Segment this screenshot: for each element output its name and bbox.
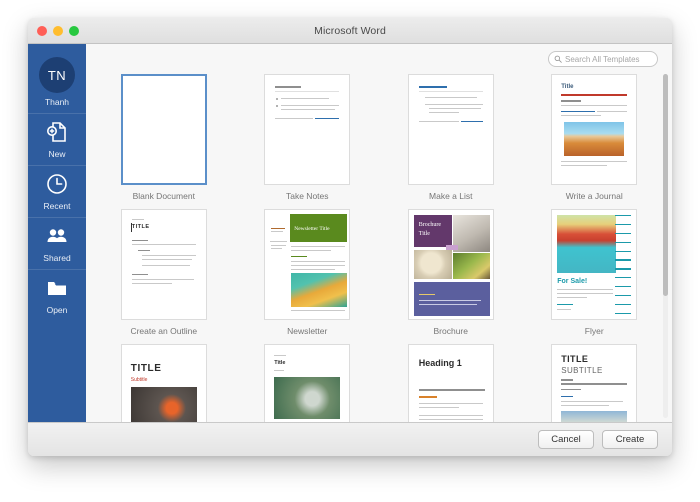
thumbnail-art-write-a-journal: Title (552, 75, 637, 184)
template-thumbnail[interactable]: TITLE Subtitle (120, 344, 207, 422)
sidebar-item-account[interactable]: TN Thanh (28, 52, 86, 114)
template-thumbnail[interactable]: Title (264, 344, 351, 422)
template-gallery-panel: Search All Templates Blank Document Take… (86, 44, 672, 422)
template-label: Create an Outline (130, 326, 198, 336)
thumbnail-art-heading-one: Heading 1 “Quote” (408, 345, 493, 422)
thumbnail-art-create-an-outline: TITLE (121, 210, 206, 319)
template-card[interactable]: TITLE SUBTITLE Title Subt (531, 344, 659, 422)
template-card[interactable]: Take Notes (244, 74, 372, 201)
template-label: Write a Journal (565, 191, 623, 201)
sidebar-item-label: Open (46, 305, 68, 315)
template-card[interactable]: Title Title Otter (244, 344, 372, 422)
template-card[interactable]: For Sale! Flyer (531, 209, 659, 336)
thumbnail-art-newsletter: Newsletter Title (265, 210, 350, 319)
avatar: TN (39, 57, 75, 93)
template-card[interactable]: Blank Document (100, 74, 228, 201)
sidebar-item-label: Thanh (44, 97, 70, 107)
template-label: Take Notes (285, 191, 329, 201)
folder-icon (44, 275, 70, 301)
create-button[interactable]: Create (602, 430, 658, 449)
template-grid: Blank Document Take Notes Make a List Ti… (100, 74, 658, 422)
thumbnail-art-brochure: Brochure Title (408, 210, 493, 319)
template-label: Blank Document (132, 191, 195, 201)
sidebar-item-shared[interactable]: Shared (28, 218, 86, 270)
template-label: Brochure (433, 326, 469, 336)
template-label: Flyer (584, 326, 604, 336)
sidebar-item-label: Recent (43, 201, 71, 211)
template-card[interactable]: Brochure Title Brochure (387, 209, 515, 336)
thumbnail-art-title-leaf: TITLE Subtitle (121, 345, 206, 422)
template-thumbnail[interactable]: Heading 1 “Quote” (407, 344, 494, 422)
template-card[interactable]: Heading 1 “Quote” (387, 344, 515, 422)
footer-bar: Cancel Create (28, 422, 672, 456)
thumbnail-art-make-a-list (408, 75, 493, 184)
search-icon (554, 50, 562, 68)
template-card[interactable]: Newsletter Title Newsletter (244, 209, 372, 336)
clock-icon (44, 171, 70, 197)
title-bar: Microsoft Word (28, 18, 672, 44)
sidebar-item-label: New (48, 149, 66, 159)
search-placeholder: Search All Templates (565, 54, 640, 64)
sidebar-item-recent[interactable]: Recent (28, 166, 86, 218)
thumbnail-art-blank (122, 76, 205, 183)
template-thumbnail[interactable]: Brochure Title (407, 209, 494, 320)
thumbnail-art-title-field: TITLE SUBTITLE (552, 345, 637, 422)
sidebar-item-new[interactable]: New (28, 114, 86, 166)
scrollbar-thumb[interactable] (663, 74, 668, 296)
thumbnail-art-flyer: For Sale! (552, 210, 637, 319)
thumbnail-art-title-otter: Title (265, 345, 350, 422)
template-thumbnail[interactable]: TITLE SUBTITLE (551, 344, 638, 422)
template-card[interactable]: Title Write a Journal (531, 74, 659, 201)
window-title: Microsoft Word (314, 24, 386, 37)
new-document-icon (44, 119, 70, 145)
thumbnail-art-take-notes (265, 75, 350, 184)
template-card[interactable]: TITLE Subtitle Title Subtitle Leaf (100, 344, 228, 422)
sidebar-item-label: Shared (43, 253, 71, 263)
template-thumbnail[interactable] (407, 74, 494, 185)
template-thumbnail[interactable]: Title (551, 74, 638, 185)
people-icon (44, 223, 70, 249)
template-thumbnail[interactable]: TITLE (120, 209, 207, 320)
search-bar: Search All Templates (86, 44, 672, 74)
template-thumbnail[interactable]: For Sale! (551, 209, 638, 320)
search-input[interactable]: Search All Templates (548, 51, 658, 67)
sidebar-item-open[interactable]: Open (28, 270, 86, 321)
word-template-picker-window: Microsoft Word TN Thanh New Recent Share… (28, 18, 672, 456)
template-grid-scroll: Blank Document Take Notes Make a List Ti… (86, 74, 672, 422)
template-card[interactable]: Make a List (387, 74, 515, 201)
cancel-button[interactable]: Cancel (538, 430, 594, 449)
template-card[interactable]: TITLE Create an Outline (100, 209, 228, 336)
template-thumbnail[interactable]: Newsletter Title (264, 209, 351, 320)
window-body: TN Thanh New Recent Shared Open Search A… (28, 44, 672, 422)
template-label: Make a List (429, 191, 473, 201)
template-thumbnail[interactable] (264, 74, 351, 185)
template-label: Newsletter (287, 326, 328, 336)
template-thumbnail[interactable] (120, 74, 207, 185)
sidebar: TN Thanh New Recent Shared Open (28, 44, 86, 422)
